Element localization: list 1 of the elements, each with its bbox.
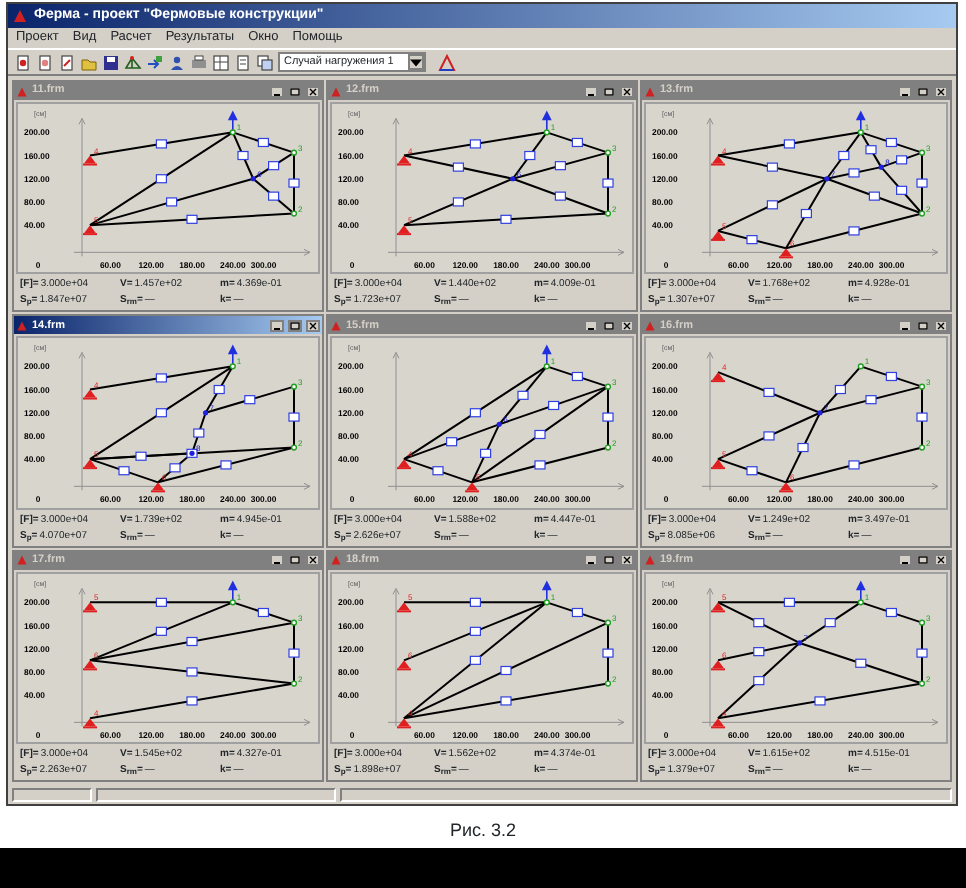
figure-caption: Рис. 3.2: [449, 820, 517, 840]
